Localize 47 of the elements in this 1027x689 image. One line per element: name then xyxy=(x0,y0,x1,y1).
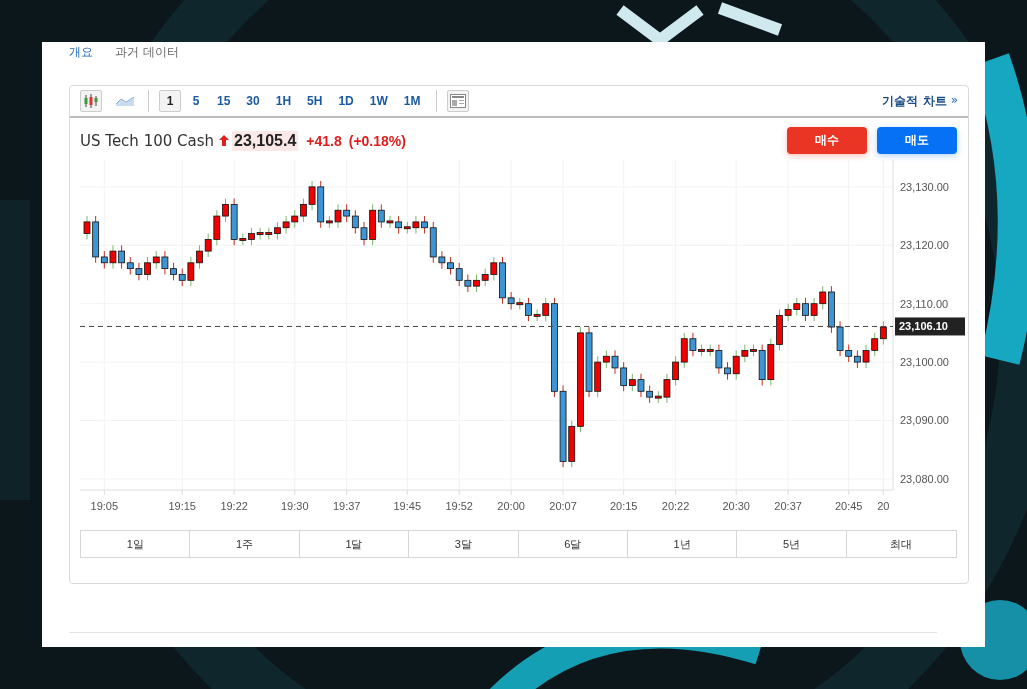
price-tag: 23,106.10 xyxy=(895,317,965,336)
interval-button[interactable]: 15 xyxy=(211,90,237,112)
axis-label: 20 xyxy=(877,500,890,512)
axis-label: 19:05 xyxy=(90,500,119,512)
page-tab[interactable]: 과거 데이터 xyxy=(115,44,179,68)
chart-type-button[interactable] xyxy=(80,90,102,112)
technical-chart-link[interactable]: 기술적 차트 » xyxy=(882,92,958,110)
interval-button[interactable]: 5H xyxy=(301,90,329,112)
buy-button[interactable]: 매수 xyxy=(787,127,867,154)
interval-button[interactable]: 1D xyxy=(332,90,360,112)
interval-button[interactable]: 30 xyxy=(240,90,266,112)
candlestick xyxy=(222,198,229,223)
percent-change: (+0.18%) xyxy=(348,132,406,149)
candlestick-icon xyxy=(83,94,99,108)
axis-label: 20:37 xyxy=(774,500,802,512)
axis-label: 19:15 xyxy=(168,500,196,512)
interval-button[interactable]: 5 xyxy=(185,90,207,112)
axis-label: 20:30 xyxy=(722,500,750,512)
layout-button[interactable] xyxy=(447,90,470,112)
axis-label: 23,100.00 xyxy=(900,356,949,369)
candlestick xyxy=(879,320,887,346)
axis-label: 23,090.00 xyxy=(900,414,949,427)
interval-button[interactable]: 1H xyxy=(269,90,298,112)
axis-label: 23,110.00 xyxy=(900,297,949,310)
axis-label: 20:07 xyxy=(549,500,577,512)
interval-button[interactable]: 1 xyxy=(159,90,181,112)
axis-label: 23,120.00 xyxy=(900,239,949,252)
last-price: 23,105.4 xyxy=(232,130,299,151)
axis-label: 19:30 xyxy=(281,500,309,512)
layout-icon xyxy=(450,94,467,108)
page-tab[interactable]: 개요 xyxy=(69,44,93,68)
sell-button[interactable]: 매도 xyxy=(877,127,957,154)
interval-button[interactable]: 1M xyxy=(397,90,427,112)
price-change: +41.8 xyxy=(306,132,342,149)
axis-label: 20:45 xyxy=(834,500,863,512)
axis-label: 19:45 xyxy=(393,500,422,512)
axis-label: 23,080.00 xyxy=(900,472,949,485)
instrument-name: US Tech 100 Cash xyxy=(80,131,215,150)
axis-label: 19:37 xyxy=(332,500,361,512)
interval-button[interactable]: 1W xyxy=(363,90,394,112)
axis-label: 20:22 xyxy=(661,500,690,512)
axis-label: 19:22 xyxy=(220,500,248,512)
axis-label: 19:52 xyxy=(445,500,473,512)
axis-label: 23,130.00 xyxy=(900,180,949,193)
axis-label: 20:00 xyxy=(497,500,525,512)
area-chart-icon xyxy=(116,96,134,106)
axis-label: 20:15 xyxy=(609,500,638,512)
